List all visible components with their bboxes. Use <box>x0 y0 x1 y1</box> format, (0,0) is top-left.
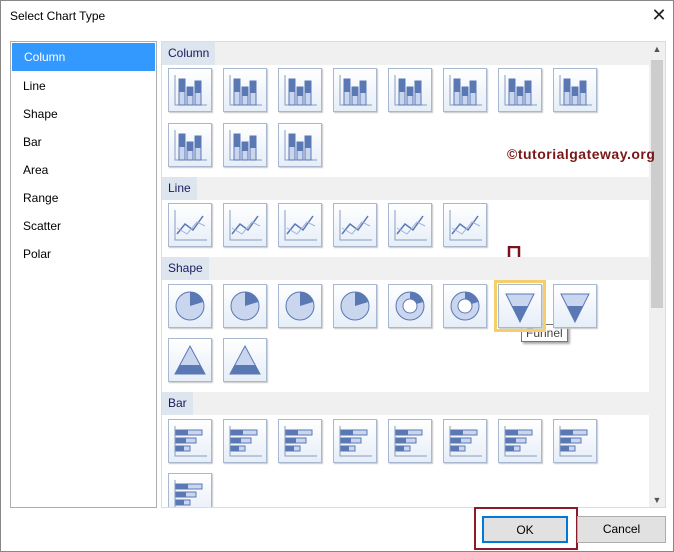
stepped-line-chart-icon[interactable] <box>278 203 322 247</box>
section-header-shape: Shape <box>162 257 649 280</box>
category-line[interactable]: Line <box>11 72 156 100</box>
pyramid-chart-icon[interactable] <box>168 338 212 382</box>
3d-funnel-chart-icon[interactable] <box>553 284 597 328</box>
chart-category-list[interactable]: Column Line Shape Bar Area Range Scatter Polar <box>10 41 157 508</box>
scroll-down-icon[interactable]: ▼ <box>649 495 665 505</box>
stacked-bar-chart-icon[interactable] <box>223 419 267 463</box>
stacked-column-chart-icon[interactable] <box>223 68 267 112</box>
section-label: Bar <box>162 392 193 415</box>
section-header-bar: Bar <box>162 392 649 415</box>
stacked-cylinder-chart-icon[interactable] <box>168 123 212 167</box>
ok-button[interactable]: OK <box>482 516 568 543</box>
category-shape[interactable]: Shape <box>11 100 156 128</box>
100-stacked-column-chart-icon[interactable] <box>278 68 322 112</box>
dialog-title: Select Chart Type <box>10 9 106 23</box>
cylinder-bar-chart-icon[interactable] <box>498 419 542 463</box>
section-label: Column <box>162 42 216 65</box>
category-bar[interactable]: Bar <box>11 128 156 156</box>
scroll-up-icon[interactable]: ▲ <box>649 44 665 54</box>
cylinder-chart-icon[interactable] <box>553 68 597 112</box>
3d-column-chart-icon[interactable] <box>333 68 377 112</box>
doughnut-chart-icon[interactable] <box>388 284 432 328</box>
3d-100-stacked-bar-chart-icon[interactable] <box>443 419 487 463</box>
category-scatter[interactable]: Scatter <box>11 212 156 240</box>
exploded-doughnut-chart-icon[interactable] <box>443 284 487 328</box>
section-header-line: Line <box>162 177 649 200</box>
stacked-cylinder-bar-chart-icon[interactable] <box>553 419 597 463</box>
3d-pyramid-chart-icon[interactable] <box>223 338 267 382</box>
100-stacked-bar-chart-icon[interactable] <box>278 419 322 463</box>
cancel-button[interactable]: Cancel <box>577 516 666 543</box>
close-button[interactable]: ✕ <box>649 5 669 25</box>
3d-clustered-column-chart-icon[interactable] <box>498 68 542 112</box>
3d-100-stacked-column-chart-icon[interactable] <box>443 68 487 112</box>
category-range[interactable]: Range <box>11 184 156 212</box>
smooth-line-chart-icon[interactable] <box>223 203 267 247</box>
section-label: Shape <box>162 257 209 280</box>
category-column[interactable]: Column <box>12 43 155 71</box>
watermark: ©tutorialgateway.org <box>507 146 656 162</box>
3d-pie-chart-icon[interactable] <box>278 284 322 328</box>
category-polar[interactable]: Polar <box>11 240 156 268</box>
3d-stacked-column-chart-icon[interactable] <box>388 68 432 112</box>
smooth-line-markers-chart-icon[interactable] <box>443 203 487 247</box>
section-header-column: Column <box>162 42 649 65</box>
pie-chart-icon[interactable] <box>168 284 212 328</box>
exploded-pie-chart-icon[interactable] <box>223 284 267 328</box>
column-chart-icon[interactable] <box>168 68 212 112</box>
scrollbar[interactable]: ▲ ▼ <box>649 42 665 507</box>
3d-cylinder-chart-icon[interactable] <box>278 123 322 167</box>
3d-line-chart-icon[interactable] <box>333 203 377 247</box>
section-label: Line <box>162 177 197 200</box>
funnel-chart-icon[interactable] <box>494 280 546 332</box>
3d-exploded-pie-chart-icon[interactable] <box>333 284 377 328</box>
category-area[interactable]: Area <box>11 156 156 184</box>
3d-stacked-bar-chart-icon[interactable] <box>388 419 432 463</box>
3d-bar-chart-icon[interactable] <box>333 419 377 463</box>
100-stacked-cylinder-bar-chart-icon[interactable] <box>168 473 212 507</box>
scrollbar-thumb[interactable] <box>651 60 663 308</box>
line-markers-chart-icon[interactable] <box>388 203 432 247</box>
chart-type-gallery: ▲ ▼ ©tutorialgateway.org Funnel Column Li… <box>161 41 666 508</box>
bar-chart-icon[interactable] <box>168 419 212 463</box>
100-stacked-cylinder-chart-icon[interactable] <box>223 123 267 167</box>
line-chart-icon[interactable] <box>168 203 212 247</box>
